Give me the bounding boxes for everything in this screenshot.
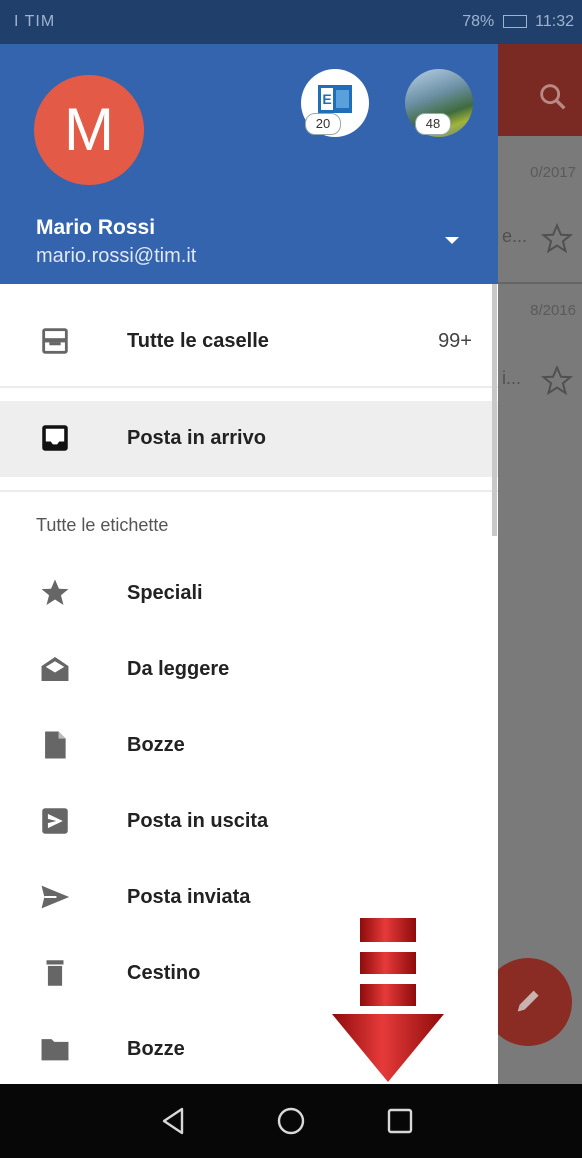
all-inboxes-icon — [42, 328, 68, 354]
unread-count: 99+ — [438, 330, 472, 352]
unread-mail-icon — [41, 656, 69, 682]
status-bar: I TIM 78% 11:32 — [0, 0, 582, 44]
drawer-item-label: Da leggere — [127, 658, 230, 680]
battery-icon — [502, 15, 527, 29]
drawer-scrollbar[interactable] — [492, 284, 497, 536]
star-outline-icon[interactable] — [540, 364, 574, 398]
drawer-item-label: Speciali — [127, 582, 203, 604]
drawer-item-drafts[interactable]: Bozze — [0, 708, 498, 784]
trash-icon — [46, 960, 64, 986]
draft-icon — [45, 731, 66, 759]
folder-icon — [41, 1039, 69, 1061]
drawer-item-label: Bozze — [127, 1038, 185, 1060]
drawer-item-label: Posta in arrivo — [127, 427, 266, 449]
divider — [0, 386, 498, 388]
email-snippet: i... — [502, 368, 522, 388]
labels-section-title: Tutte le etichette — [36, 515, 169, 535]
scroll-down-arrow-icon — [332, 918, 444, 1082]
account-header: M E 20 48 Mario Rossi mario.rossi@tim.it — [0, 44, 498, 284]
drawer-item-label: Cestino — [127, 962, 201, 984]
battery-level: 78% — [462, 13, 495, 30]
clock: 11:32 — [535, 13, 574, 30]
carrier-label: I TIM — [14, 13, 56, 30]
star-outline-icon[interactable] — [540, 222, 574, 256]
drawer-item-label: Posta in uscita — [127, 810, 269, 832]
drawer-item-label: Bozze — [127, 734, 185, 756]
send-icon — [41, 885, 70, 909]
recent-apps-icon[interactable] — [380, 1101, 420, 1141]
search-icon[interactable] — [536, 80, 570, 114]
compose-button[interactable] — [498, 958, 572, 1046]
email-date: 0/2017 — [530, 164, 576, 181]
photo-account-avatar[interactable]: 48 — [405, 69, 473, 137]
back-icon[interactable] — [154, 1101, 194, 1141]
drawer-item-outbox[interactable]: Posta in uscita — [0, 784, 498, 860]
svg-text:E: E — [322, 91, 331, 107]
drawer-item-label: Tutte le caselle — [127, 330, 269, 352]
avatar[interactable]: M — [34, 75, 144, 185]
list-divider — [498, 282, 582, 284]
star-icon — [41, 579, 69, 606]
drawer-item-label: Posta inviata — [127, 886, 251, 908]
drawer-item-unread[interactable]: Da leggere — [0, 632, 498, 708]
drawer-item-all-inboxes[interactable]: Tutte le caselle 99+ — [0, 304, 498, 380]
account-email: mario.rossi@tim.it — [36, 245, 197, 267]
dropdown-arrow-icon[interactable] — [440, 228, 464, 252]
home-icon[interactable] — [271, 1101, 311, 1141]
exchange-icon: E — [318, 85, 352, 113]
drawer-item-inbox[interactable]: Posta in arrivo — [0, 401, 498, 477]
inbox-icon — [42, 425, 68, 451]
drawer-item-starred[interactable]: Speciali — [0, 556, 498, 632]
exchange-account-avatar[interactable]: E 20 — [301, 69, 369, 137]
outbox-icon — [42, 808, 68, 834]
divider — [0, 490, 498, 492]
account-unread-count: 48 — [415, 113, 451, 135]
account-name: Mario Rossi — [36, 216, 156, 239]
email-snippet: e... — [502, 226, 528, 246]
email-date: 8/2016 — [530, 302, 576, 319]
account-unread-count: 20 — [305, 113, 341, 135]
system-navigation-bar — [0, 1084, 582, 1158]
status-right: 78% 11:32 — [462, 13, 574, 31]
